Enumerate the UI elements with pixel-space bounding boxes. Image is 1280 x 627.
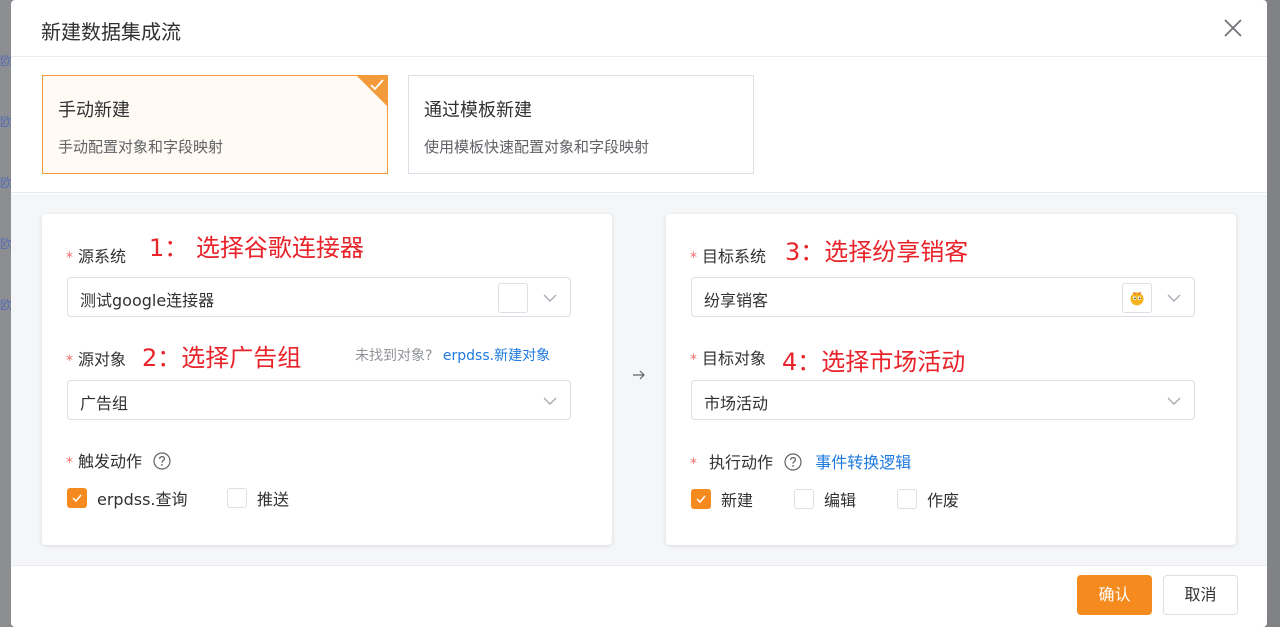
select-value: 测试google连接器 — [80, 291, 215, 310]
arrow-right-icon — [633, 370, 645, 380]
close-icon — [1224, 19, 1242, 37]
checkbox[interactable] — [897, 489, 917, 509]
select-value: 纷享销客 — [704, 291, 769, 310]
checkbox[interactable] — [67, 488, 87, 508]
checkbox[interactable] — [794, 489, 814, 509]
annotation-step-3: 3：选择纷享销客 — [785, 238, 969, 266]
mode-description: 手动配置对象和字段映射 — [58, 138, 224, 156]
trigger-action-label: * 触发动作 — [66, 448, 171, 472]
object-not-found-hint: 未找到对象? erpdss.新建对象 — [355, 345, 550, 365]
target-object-select[interactable]: 市场活动 — [691, 380, 1195, 420]
target-system-select[interactable]: 纷享销客 — [691, 277, 1195, 317]
chevron-down-icon — [1167, 397, 1181, 405]
background-page-strip: 欧 欧 欧 欧 欧 — [0, 0, 12, 627]
label-text: 源对象 — [78, 350, 127, 369]
dialog-footer: 确认 取消 — [11, 566, 1267, 627]
required-mark: * — [66, 353, 73, 369]
checkbox-label: 新建 — [721, 491, 754, 510]
create-object-link[interactable]: erpdss.新建对象 — [443, 348, 550, 364]
target-system-label: * 目标系统 — [690, 243, 766, 267]
confirm-button[interactable]: 确认 — [1077, 575, 1152, 615]
connector-logo-placeholder — [498, 283, 528, 313]
select-value: 广告组 — [80, 394, 129, 413]
trigger-option-query[interactable]: erpdss.查询 — [67, 486, 188, 510]
help-icon[interactable] — [784, 453, 802, 471]
trigger-option-push[interactable]: 推送 — [227, 486, 289, 510]
close-button[interactable] — [1219, 14, 1247, 42]
chevron-down-icon — [543, 397, 557, 405]
cancel-button[interactable]: 取消 — [1163, 575, 1238, 615]
required-mark: * — [690, 352, 697, 368]
dialog-header: 新建数据集成流 — [11, 0, 1267, 57]
checkbox[interactable] — [227, 488, 247, 508]
check-icon — [72, 494, 82, 503]
checkbox-label: 编辑 — [824, 491, 857, 510]
label-text: 目标系统 — [702, 247, 767, 266]
source-panel: * 源系统 1： 选择谷歌连接器 测试google连接器 * 源对象 2：选择广告组… — [42, 214, 612, 545]
hint-text: 未找到对象? — [355, 348, 433, 364]
mode-card-manual[interactable]: 手动新建 手动配置对象和字段映射 — [42, 75, 388, 174]
required-mark: * — [690, 456, 697, 472]
select-value: 市场活动 — [704, 394, 769, 413]
mode-description: 使用模板快速配置对象和字段映射 — [424, 138, 650, 156]
label-text: 源系统 — [78, 247, 127, 266]
source-system-label: * 源系统 — [66, 243, 126, 267]
required-mark: * — [66, 250, 73, 266]
mode-title: 通过模板新建 — [424, 100, 532, 121]
event-conversion-logic-link[interactable]: 事件转换逻辑 — [815, 453, 911, 472]
dialog-title: 新建数据集成流 — [41, 20, 181, 44]
checkbox-label: 推送 — [257, 490, 290, 509]
source-object-label: * 源对象 — [66, 346, 126, 370]
mode-card-template[interactable]: 通过模板新建 使用模板快速配置对象和字段映射 — [408, 75, 754, 174]
required-mark: * — [66, 455, 73, 471]
checkbox-label: erpdss.查询 — [97, 490, 188, 509]
label-text: 执行动作 — [709, 453, 774, 472]
target-panel: * 目标系统 3：选择纷享销客 纷享销客 * 目标对象 4：选择市场活动 市场活… — [666, 214, 1236, 545]
execute-action-label: * 执行动作 事件转换逻辑 — [690, 449, 911, 473]
annotation-step-4: 4：选择市场活动 — [782, 348, 966, 376]
source-system-select[interactable]: 测试google连接器 — [67, 277, 571, 317]
target-object-label: * 目标对象 — [690, 345, 766, 369]
action-option-void[interactable]: 作废 — [897, 487, 959, 511]
mascot-icon — [1130, 291, 1144, 306]
action-option-create[interactable]: 新建 — [691, 487, 753, 511]
annotation-step-2: 2：选择广告组 — [142, 344, 302, 372]
chevron-down-icon — [543, 294, 557, 302]
create-integration-flow-dialog: 新建数据集成流 手动新建 手动配置对象和字段映射 通过模板新建 使用模板快速配置… — [11, 0, 1267, 627]
check-icon — [696, 495, 706, 504]
annotation-step-1: 1： 选择谷歌连接器 — [149, 234, 364, 262]
source-object-select[interactable]: 广告组 — [67, 380, 571, 420]
creation-mode-selector: 手动新建 手动配置对象和字段映射 通过模板新建 使用模板快速配置对象和字段映射 — [11, 57, 1267, 193]
label-text: 目标对象 — [702, 349, 767, 368]
mapping-config-area: * 源系统 1： 选择谷歌连接器 测试google连接器 * 源对象 2：选择广告组… — [11, 194, 1267, 566]
mode-title: 手动新建 — [58, 100, 130, 121]
checkbox-label: 作废 — [927, 491, 960, 510]
label-text: 触发动作 — [78, 452, 143, 471]
checkbox[interactable] — [691, 489, 711, 509]
required-mark: * — [690, 250, 697, 266]
fxiaoke-logo-icon — [1122, 283, 1152, 313]
chevron-down-icon — [1167, 294, 1181, 302]
action-option-edit[interactable]: 编辑 — [794, 487, 856, 511]
selected-check-icon — [357, 76, 387, 106]
help-icon[interactable] — [153, 452, 171, 470]
